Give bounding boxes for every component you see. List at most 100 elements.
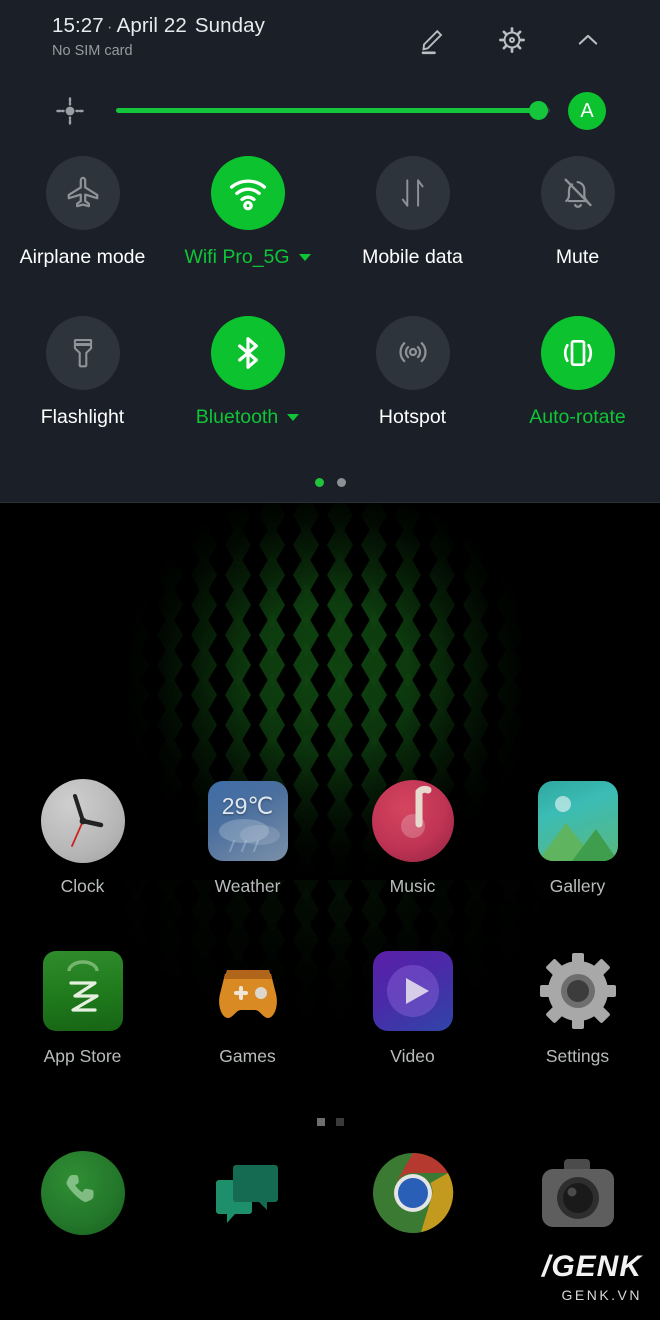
- tile-mute-label-wrap: Mute: [556, 246, 599, 269]
- auto-brightness-label: A: [580, 99, 594, 122]
- tile-mobile-data[interactable]: Mobile data: [330, 152, 495, 304]
- brightness-row: A: [0, 84, 660, 138]
- tile-airplane-mode-label-wrap: Airplane mode: [20, 246, 146, 269]
- app-clock[interactable]: Clock: [0, 778, 165, 897]
- camera-icon[interactable]: [535, 1150, 621, 1236]
- app-store-icon[interactable]: [40, 948, 126, 1034]
- tile-hotspot[interactable]: Hotspot: [330, 312, 495, 464]
- chevron-up-icon[interactable]: [566, 18, 610, 62]
- app-weather-label: Weather: [214, 876, 281, 896]
- app-music-label: Music: [389, 876, 436, 896]
- tile-auto-rotate-label-wrap: Auto-rotate: [529, 406, 625, 429]
- tile-wifi[interactable]: Wifi Pro_5G: [165, 152, 330, 304]
- chevron-down-icon[interactable]: [287, 414, 300, 421]
- tile-hotspot-circle[interactable]: [375, 316, 450, 390]
- app-settings[interactable]: Settings: [495, 948, 660, 1067]
- app-app-store[interactable]: App Store: [0, 948, 165, 1067]
- app-video-label: Video: [390, 1046, 435, 1066]
- video-icon[interactable]: [370, 948, 456, 1034]
- phone-screen: 15:27 · April 22 Sunday No SIM card A Ai…: [0, 0, 660, 1320]
- pencil-icon[interactable]: [412, 18, 456, 62]
- brightness-slider[interactable]: [116, 108, 550, 113]
- games-icon[interactable]: [205, 948, 291, 1034]
- tile-airplane-mode[interactable]: Airplane mode: [0, 152, 165, 304]
- tile-bluetooth[interactable]: Bluetooth: [165, 312, 330, 464]
- app-gallery[interactable]: Gallery: [495, 778, 660, 897]
- tile-hotspot-label-wrap: Hotspot: [379, 406, 446, 429]
- chrome-icon[interactable]: [370, 1150, 456, 1236]
- tile-mobile-data-label: Mobile data: [362, 246, 463, 268]
- quick-settings-page-indicator: [0, 478, 660, 487]
- app-video[interactable]: Video: [330, 948, 495, 1067]
- tile-auto-rotate-circle[interactable]: [540, 316, 615, 390]
- tile-auto-rotate[interactable]: Auto-rotate: [495, 312, 660, 464]
- app-camera[interactable]: [495, 1150, 660, 1236]
- home-app-row-2: App Store Games Video Settings: [0, 948, 660, 1067]
- quick-settings-row-2: Flashlight Bluetooth Hotspot Auto-rotate: [0, 312, 660, 464]
- app-clock-label: Clock: [60, 876, 105, 896]
- app-gallery-label: Gallery: [549, 876, 606, 896]
- music-icon[interactable]: [370, 778, 456, 864]
- qs-page-dot-1[interactable]: [314, 478, 324, 487]
- tile-airplane-mode-label: Airplane mode: [19, 246, 146, 268]
- tile-mobile-data-label-wrap: Mobile data: [362, 246, 463, 269]
- quick-settings-panel: 15:27 · April 22 Sunday No SIM card A Ai…: [0, 0, 660, 503]
- tile-flashlight-circle[interactable]: [45, 316, 120, 390]
- gear-icon[interactable]: [490, 18, 534, 62]
- messages-icon[interactable]: [205, 1150, 291, 1236]
- brightness-slider-thumb[interactable]: [529, 101, 548, 120]
- weather-icon[interactable]: 29℃: [205, 778, 291, 864]
- chevron-down-icon[interactable]: [298, 254, 311, 261]
- brightness-slider-fill: [116, 108, 543, 113]
- app-settings-label: Settings: [545, 1046, 610, 1066]
- home-dock: [0, 1150, 660, 1236]
- watermark-sub-text: GENK.VN: [561, 1287, 642, 1303]
- gallery-icon[interactable]: [535, 778, 621, 864]
- status-weekday: Sunday: [194, 14, 266, 37]
- home-app-row-1: Clock 29℃ Weather Music Gallery: [0, 778, 660, 897]
- tile-wifi-circle[interactable]: [210, 156, 285, 230]
- quick-settings-row-1: Airplane mode Wifi Pro_5G Mobile data Mu…: [0, 152, 660, 304]
- app-games[interactable]: Games: [165, 948, 330, 1067]
- phone-icon[interactable]: [40, 1150, 126, 1236]
- genk-watermark: /GENK GENK.VN: [541, 1250, 642, 1303]
- clock-icon[interactable]: [40, 778, 126, 864]
- tile-wifi-label: Wifi Pro_5G: [184, 246, 290, 268]
- tile-mute-label: Mute: [555, 246, 600, 268]
- settings-icon[interactable]: [535, 948, 621, 1034]
- status-separator: ·: [106, 17, 113, 36]
- tile-bluetooth-label: Bluetooth: [195, 406, 279, 428]
- tile-flashlight-label: Flashlight: [40, 406, 125, 428]
- app-phone[interactable]: [0, 1150, 165, 1236]
- time-date-line: 15:27 · April 22 Sunday: [52, 14, 265, 39]
- watermark-main-text: /GENK: [541, 1250, 642, 1283]
- tile-wifi-label-wrap: Wifi Pro_5G: [184, 246, 311, 269]
- tile-airplane-mode-circle[interactable]: [45, 156, 120, 230]
- qs-page-dot-2[interactable]: [336, 478, 346, 487]
- app-music[interactable]: Music: [330, 778, 495, 897]
- tile-mute-circle[interactable]: [540, 156, 615, 230]
- home-page-indicator: [0, 1118, 660, 1126]
- tile-hotspot-label: Hotspot: [378, 406, 447, 428]
- tile-bluetooth-label-wrap: Bluetooth: [195, 406, 300, 429]
- auto-brightness-button[interactable]: A: [568, 92, 606, 130]
- status-row: 15:27 · April 22 Sunday No SIM card: [0, 0, 660, 78]
- home-page-dot-1[interactable]: [316, 1118, 325, 1126]
- app-weather[interactable]: 29℃ Weather: [165, 778, 330, 897]
- tile-mobile-data-circle[interactable]: [375, 156, 450, 230]
- home-page-dot-2[interactable]: [335, 1118, 344, 1126]
- tile-flashlight-label-wrap: Flashlight: [41, 406, 124, 429]
- clock-and-date-block: 15:27 · April 22 Sunday No SIM card: [52, 14, 265, 60]
- tile-flashlight[interactable]: Flashlight: [0, 312, 165, 464]
- app-chrome[interactable]: [330, 1150, 495, 1236]
- tile-bluetooth-circle[interactable]: [210, 316, 285, 390]
- status-time: 15:27: [52, 14, 104, 37]
- tile-auto-rotate-label: Auto-rotate: [529, 406, 626, 428]
- app-messages[interactable]: [165, 1150, 330, 1236]
- app-games-label: Games: [219, 1046, 276, 1066]
- brightness-icon[interactable]: [50, 91, 90, 131]
- app-app-store-label: App Store: [43, 1046, 122, 1066]
- sim-status-text: No SIM card: [52, 43, 133, 59]
- tile-mute[interactable]: Mute: [495, 152, 660, 304]
- status-date: April 22: [116, 14, 187, 37]
